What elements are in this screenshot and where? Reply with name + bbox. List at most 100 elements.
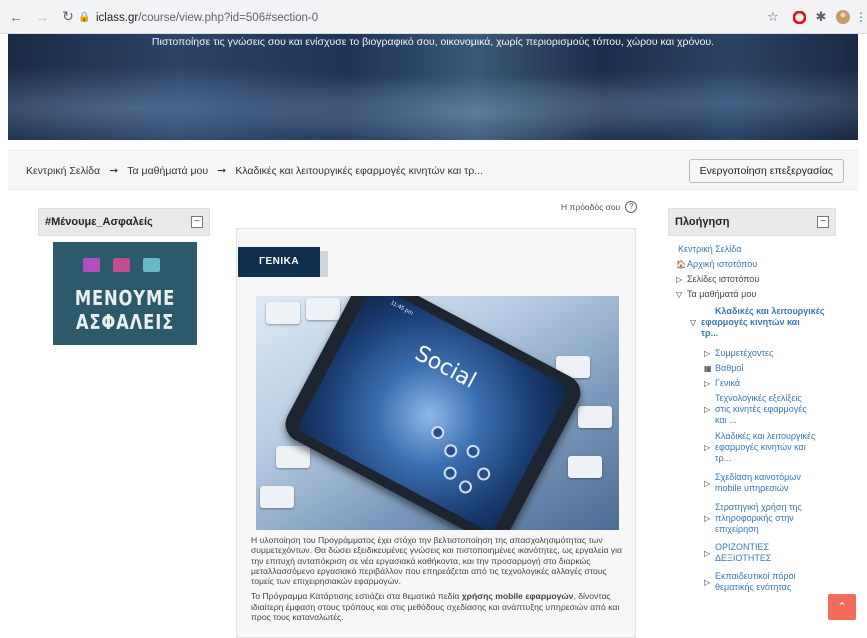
expand-arrow-icon: ▷ [704,349,711,358]
topic4-line-2: πληροφορικής στην [715,513,794,523]
topic2-line-3: τρ... [715,453,732,463]
phone-screen: 11:45 pm Social [296,296,570,530]
expand-arrow-icon: ▷ [704,549,711,558]
topic2-line-1: Κλαδικές και λειτουργικές [715,431,816,441]
stay-safe-block-header: #Μένουμε_Ασφαλείς − [38,208,210,236]
summary-paragraph-2: Το Πρόγραμμα Κατάρτισης εστιάζει στα θεμ… [251,591,629,622]
breadcrumb-bar: Κεντρική Σελίδα ➞ Τα μαθήματά μου ➞ Κλαδ… [8,150,858,190]
topic4-line-1: Στρατηγική χρήση της [715,502,802,512]
opera-icon[interactable] [790,8,808,26]
course-line-3: τρ... [701,328,719,338]
breadcrumb-arrow-icon: ➞ [217,165,227,177]
topic6-line-1: Εκπαιδευτικοί πόροι [715,571,796,581]
course-line-1: Κλαδικές και λειτουργικές [715,306,825,316]
nav-item-topic-1[interactable]: ▷ Τεχνολογικές εξελίξεις στις κινητές εφ… [704,393,807,426]
url-path: /course/view.php?id=506#section-0 [138,11,319,24]
nav-general-label: Γενικά [715,378,741,388]
screen-icon [143,258,160,272]
keyboard-key [568,456,602,478]
nav-item-site-pages[interactable]: ▷ Σελίδες ιστοτόπου [676,274,759,285]
lock-icon: 🔒 [78,12,91,23]
topic4-line-3: επιχείρηση [715,524,759,534]
address-bar[interactable]: 🔒 iclass.gr /course/view.php?id=506#sect… [78,7,778,28]
nav-item-topic-3[interactable]: ▷ Σχεδίαση καινοτόμων mobile υπηρεσιών [704,472,801,494]
topic5-line-1: ΟΡΙΖΟΝΤΙΕΣ [715,542,770,552]
section-summary: Η υλοποίηση του Προγράμματος έχει στόχο … [251,535,629,627]
nav-item-home[interactable]: Κεντρική Σελίδα [678,244,741,255]
tile-line-2: ΑΣΦΑΛΕΙΣ [75,310,175,334]
nav-grades-label: Βαθμοί [715,363,744,373]
keyboard-key [306,298,340,320]
breadcrumb-home[interactable]: Κεντρική Σελίδα [26,165,100,177]
paragraph2-bold: χρήσης mobile εφαρμογών [461,591,574,602]
expand-arrow-icon: ▷ [704,443,711,452]
block-title: #Μένουμε_Ασφαλείς [45,216,153,228]
help-icon[interactable]: ? [625,201,638,213]
browser-toolbar: ← → ↻ 🔒 iclass.gr /course/view.php?id=50… [0,0,867,34]
keyboard-key [578,406,612,428]
nav-site-pages-label: Σελίδες ιστοτόπου [687,274,760,284]
social-label: Social [410,341,480,394]
turn-editing-on-button[interactable]: Ενεργοποίηση επεξεργασίας [688,159,844,183]
expand-arrow-icon: ▷ [704,514,711,523]
collapse-block-icon[interactable]: − [191,216,203,228]
topic6-line-2: θεματικής ενότητας [715,582,792,592]
phone-illustration: 11:45 pm Social [279,296,587,530]
topic1-line-3: και ... [715,415,737,425]
collapse-block-icon[interactable]: − [817,216,829,228]
topic5-line-2: ΔΕΞΙΟΤΗΤΕΣ [715,553,772,563]
tile-line-1: ΜΕΝΟΥΜΕ [74,286,176,310]
navigation-block-header: Πλοήγηση − [668,208,836,236]
nav-item-topic-4[interactable]: ▷ Στρατηγική χρήση της πληροφορικής στην… [704,502,802,535]
nav-item-current-course[interactable]: ▽ Κλαδικές και λειτουργικές εφαρμογές κι… [690,306,825,339]
nav-site-home-label: Αρχική ιστοτόπου [687,259,758,269]
nav-item-grades[interactable]: ▦ Βαθμοί [704,363,743,374]
app-icon [441,441,460,460]
breadcrumb: Κεντρική Σελίδα ➞ Τα μαθήματά μου ➞ Κλαδ… [26,164,483,178]
extensions-icon[interactable]: ✱ [812,8,830,26]
expand-arrow-icon: ▷ [704,379,711,388]
summary-paragraph-1: Η υλοποίηση του Προγράμματος έχει στόχο … [251,535,622,587]
nav-item-topic-5[interactable]: ▷ ΟΡΙΖΟΝΤΙΕΣ ΔΕΞΙΟΤΗΤΕΣ [704,542,771,564]
phone-time: 11:45 pm [389,300,414,317]
nav-item-topic-6[interactable]: ▷ Εκπαιδευτικοί πόροι θεματικής ενότητας [704,571,796,593]
section-tab-general[interactable]: ΓΕΝΙΚΑ [238,247,328,277]
collapse-arrow-icon: ▽ [690,318,697,327]
breadcrumb-my-courses[interactable]: Τα μαθήματά μου [127,165,208,177]
social-phone-image: 11:45 pm Social [256,296,619,530]
nav-item-general[interactable]: ▷ Γενικά [704,378,740,389]
back-icon[interactable]: ← [6,7,26,27]
nav-home-label: Κεντρική Σελίδα [678,244,742,254]
music-icon [83,258,100,272]
breadcrumb-course[interactable]: Κλαδικές και λειτουργικές εφαρμογές κινη… [235,165,483,177]
expand-arrow-icon: ▷ [704,578,711,587]
stay-safe-image[interactable]: ΜΕΝΟΥΜΕ ΑΣΦΑΛΕΙΣ [53,242,197,345]
nav-item-my-courses[interactable]: ▽ Τα μαθήματά μου [676,289,756,300]
star-icon[interactable]: ☆ [764,8,782,26]
profile-avatar[interactable] [834,8,852,26]
nav-item-participants[interactable]: ▷ Συμμετέχοντες [704,348,773,359]
table-icon: ▦ [704,364,712,373]
progress-indicator: Η πρόοδός σου ? [561,201,638,213]
collapse-arrow-icon: ▽ [676,290,683,299]
topic1-line-2: στις κινητές εφαρμογές [715,404,807,414]
nav-my-courses-label: Τα μαθήματά μου [687,289,757,299]
app-icon [474,465,493,483]
reload-icon[interactable]: ↻ [58,7,78,27]
keyboard-key [260,486,294,508]
progress-label: Η πρόοδός σου [561,202,621,212]
browser-menu-icon[interactable]: ⋮ [852,8,867,26]
expand-arrow-icon: ▷ [704,479,711,488]
app-icon [428,423,447,442]
paragraph2-prefix: Το Πρόγραμμα Κατάρτισης εστιάζει στα θεμ… [251,591,462,602]
course-line-2: εφαρμογές κινητών και [701,317,800,327]
nav-item-topic-2[interactable]: ▷ Κλαδικές και λειτουργικές εφαρμογές κι… [704,431,815,464]
keyboard-key [266,302,300,324]
back-to-top-button[interactable]: ⌃ [828,594,856,620]
expand-arrow-icon: ▷ [704,405,711,414]
forward-icon[interactable]: → [32,7,52,27]
topic3-line-2: mobile υπηρεσιών [715,483,789,493]
home-icon: 🏠 [676,260,686,269]
nav-participants-label: Συμμετέχοντες [715,348,774,358]
nav-item-site-home[interactable]: 🏠 Αρχική ιστοτόπου [676,259,757,270]
